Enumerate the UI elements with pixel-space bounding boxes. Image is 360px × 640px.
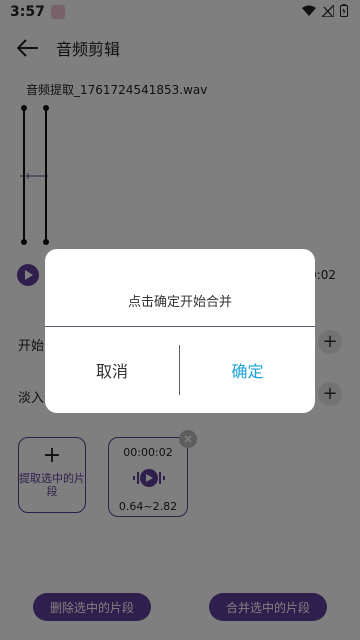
confirm-button[interactable]: 确定 bbox=[180, 327, 315, 413]
confirm-dialog: 点击确定开始合并 取消 确定 bbox=[45, 249, 315, 413]
dialog-message: 点击确定开始合并 bbox=[127, 295, 232, 310]
cancel-button[interactable]: 取消 bbox=[45, 327, 179, 413]
